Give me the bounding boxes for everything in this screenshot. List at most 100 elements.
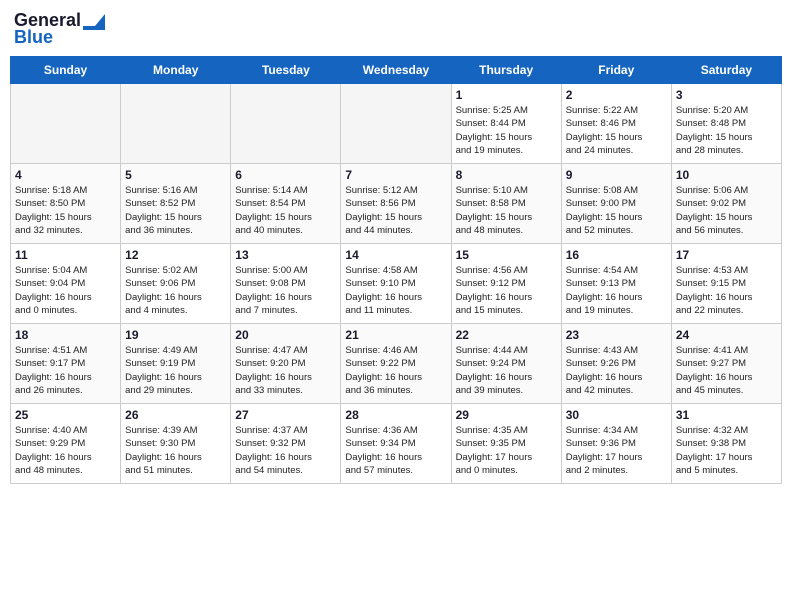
logo-blue: Blue [14, 27, 53, 48]
date-number: 29 [456, 408, 557, 422]
day-header-wednesday: Wednesday [341, 57, 451, 84]
calendar-cell: 23 Sunrise: 4:43 AMSunset: 9:26 PMDayligh… [561, 324, 671, 404]
calendar-cell: 14 Sunrise: 4:58 AMSunset: 9:10 PMDayligh… [341, 244, 451, 324]
date-number: 10 [676, 168, 777, 182]
logo-bird-icon [83, 12, 105, 30]
calendar-body: 1 Sunrise: 5:25 AMSunset: 8:44 PMDaylight… [11, 84, 782, 484]
cell-content: Sunrise: 4:56 AMSunset: 9:12 PMDaylight:… [456, 264, 557, 317]
date-number: 15 [456, 248, 557, 262]
date-number: 21 [345, 328, 446, 342]
cell-content: Sunrise: 4:46 AMSunset: 9:22 PMDaylight:… [345, 344, 446, 397]
calendar-cell: 22 Sunrise: 4:44 AMSunset: 9:24 PMDayligh… [451, 324, 561, 404]
calendar-cell: 17 Sunrise: 4:53 AMSunset: 9:15 PMDayligh… [671, 244, 781, 324]
cell-content: Sunrise: 5:20 AMSunset: 8:48 PMDaylight:… [676, 104, 777, 157]
date-number: 13 [235, 248, 336, 262]
calendar-cell: 16 Sunrise: 4:54 AMSunset: 9:13 PMDayligh… [561, 244, 671, 324]
cell-content: Sunrise: 4:44 AMSunset: 9:24 PMDaylight:… [456, 344, 557, 397]
calendar-cell: 18Sunrise: 4:51 AMSunset: 9:17 PMDayligh… [11, 324, 121, 404]
cell-content: Sunrise: 4:47 AMSunset: 9:20 PMDaylight:… [235, 344, 336, 397]
date-number: 6 [235, 168, 336, 182]
cell-content: Sunrise: 4:41 AMSunset: 9:27 PMDaylight:… [676, 344, 777, 397]
date-number: 5 [125, 168, 226, 182]
cell-content: Sunrise: 4:58 AMSunset: 9:10 PMDaylight:… [345, 264, 446, 317]
date-number: 30 [566, 408, 667, 422]
date-number: 18 [15, 328, 116, 342]
cell-content: Sunrise: 4:39 AMSunset: 9:30 PMDaylight:… [125, 424, 226, 477]
page-header: General Blue [10, 10, 782, 48]
cell-content: Sunrise: 5:16 AMSunset: 8:52 PMDaylight:… [125, 184, 226, 237]
day-header-row: SundayMondayTuesdayWednesdayThursdayFrid… [11, 57, 782, 84]
cell-content: Sunrise: 5:18 AMSunset: 8:50 PMDaylight:… [15, 184, 116, 237]
calendar-cell: 9 Sunrise: 5:08 AMSunset: 9:00 PMDaylight… [561, 164, 671, 244]
calendar-cell: 28Sunrise: 4:36 AMSunset: 9:34 PMDayligh… [341, 404, 451, 484]
cell-content: Sunrise: 5:14 AMSunset: 8:54 PMDaylight:… [235, 184, 336, 237]
cell-content: Sunrise: 5:04 AMSunset: 9:04 PMDaylight:… [15, 264, 116, 317]
cell-content: Sunrise: 5:02 AMSunset: 9:06 PMDaylight:… [125, 264, 226, 317]
cell-content: Sunrise: 4:36 AMSunset: 9:34 PMDaylight:… [345, 424, 446, 477]
date-number: 3 [676, 88, 777, 102]
date-number: 2 [566, 88, 667, 102]
calendar-cell [231, 84, 341, 164]
date-number: 7 [345, 168, 446, 182]
calendar-cell: 31Sunrise: 4:32 AMSunset: 9:38 PMDayligh… [671, 404, 781, 484]
cell-content: Sunrise: 5:08 AMSunset: 9:00 PMDaylight:… [566, 184, 667, 237]
date-number: 22 [456, 328, 557, 342]
date-number: 26 [125, 408, 226, 422]
day-header-saturday: Saturday [671, 57, 781, 84]
cell-content: Sunrise: 5:06 AMSunset: 9:02 PMDaylight:… [676, 184, 777, 237]
day-header-tuesday: Tuesday [231, 57, 341, 84]
date-number: 19 [125, 328, 226, 342]
cell-content: Sunrise: 5:22 AMSunset: 8:46 PMDaylight:… [566, 104, 667, 157]
logo: General Blue [14, 10, 105, 48]
date-number: 1 [456, 88, 557, 102]
calendar-week-2: 4 Sunrise: 5:18 AMSunset: 8:50 PMDaylight… [11, 164, 782, 244]
date-number: 24 [676, 328, 777, 342]
cell-content: Sunrise: 4:43 AMSunset: 9:26 PMDaylight:… [566, 344, 667, 397]
date-number: 8 [456, 168, 557, 182]
day-header-monday: Monday [121, 57, 231, 84]
calendar-cell: 24 Sunrise: 4:41 AMSunset: 9:27 PMDayligh… [671, 324, 781, 404]
cell-content: Sunrise: 4:32 AMSunset: 9:38 PMDaylight:… [676, 424, 777, 477]
calendar-cell: 10 Sunrise: 5:06 AMSunset: 9:02 PMDayligh… [671, 164, 781, 244]
day-header-friday: Friday [561, 57, 671, 84]
date-number: 4 [15, 168, 116, 182]
calendar-cell: 1 Sunrise: 5:25 AMSunset: 8:44 PMDaylight… [451, 84, 561, 164]
calendar-cell: 4 Sunrise: 5:18 AMSunset: 8:50 PMDaylight… [11, 164, 121, 244]
cell-content: Sunrise: 4:40 AMSunset: 9:29 PMDaylight:… [15, 424, 116, 477]
calendar-cell: 2 Sunrise: 5:22 AMSunset: 8:46 PMDaylight… [561, 84, 671, 164]
calendar-week-4: 18Sunrise: 4:51 AMSunset: 9:17 PMDayligh… [11, 324, 782, 404]
calendar-cell: 5 Sunrise: 5:16 AMSunset: 8:52 PMDaylight… [121, 164, 231, 244]
cell-content: Sunrise: 4:54 AMSunset: 9:13 PMDaylight:… [566, 264, 667, 317]
cell-content: Sunrise: 4:49 AMSunset: 9:19 PMDaylight:… [125, 344, 226, 397]
calendar-week-3: 11Sunrise: 5:04 AMSunset: 9:04 PMDayligh… [11, 244, 782, 324]
cell-content: Sunrise: 4:53 AMSunset: 9:15 PMDaylight:… [676, 264, 777, 317]
date-number: 23 [566, 328, 667, 342]
calendar-week-5: 25Sunrise: 4:40 AMSunset: 9:29 PMDayligh… [11, 404, 782, 484]
calendar-cell: 3 Sunrise: 5:20 AMSunset: 8:48 PMDaylight… [671, 84, 781, 164]
calendar-cell: 19 Sunrise: 4:49 AMSunset: 9:19 PMDayligh… [121, 324, 231, 404]
cell-content: Sunrise: 5:12 AMSunset: 8:56 PMDaylight:… [345, 184, 446, 237]
calendar-cell: 27 Sunrise: 4:37 AMSunset: 9:32 PMDayligh… [231, 404, 341, 484]
date-number: 20 [235, 328, 336, 342]
cell-content: Sunrise: 5:25 AMSunset: 8:44 PMDaylight:… [456, 104, 557, 157]
cell-content: Sunrise: 5:00 AMSunset: 9:08 PMDaylight:… [235, 264, 336, 317]
date-number: 17 [676, 248, 777, 262]
date-number: 27 [235, 408, 336, 422]
date-number: 16 [566, 248, 667, 262]
calendar-cell: 29 Sunrise: 4:35 AMSunset: 9:35 PMDayligh… [451, 404, 561, 484]
calendar-cell: 11Sunrise: 5:04 AMSunset: 9:04 PMDayligh… [11, 244, 121, 324]
calendar-cell: 12Sunrise: 5:02 AMSunset: 9:06 PMDayligh… [121, 244, 231, 324]
date-number: 14 [345, 248, 446, 262]
calendar-cell: 26 Sunrise: 4:39 AMSunset: 9:30 PMDayligh… [121, 404, 231, 484]
calendar-cell: 21 Sunrise: 4:46 AMSunset: 9:22 PMDayligh… [341, 324, 451, 404]
calendar-cell [341, 84, 451, 164]
cell-content: Sunrise: 5:10 AMSunset: 8:58 PMDaylight:… [456, 184, 557, 237]
cell-content: Sunrise: 4:35 AMSunset: 9:35 PMDaylight:… [456, 424, 557, 477]
cell-content: Sunrise: 4:34 AMSunset: 9:36 PMDaylight:… [566, 424, 667, 477]
calendar-cell: 8 Sunrise: 5:10 AMSunset: 8:58 PMDaylight… [451, 164, 561, 244]
calendar-cell: 13 Sunrise: 5:00 AMSunset: 9:08 PMDayligh… [231, 244, 341, 324]
calendar-cell: 20 Sunrise: 4:47 AMSunset: 9:20 PMDayligh… [231, 324, 341, 404]
date-number: 9 [566, 168, 667, 182]
cell-content: Sunrise: 4:37 AMSunset: 9:32 PMDaylight:… [235, 424, 336, 477]
calendar-cell [11, 84, 121, 164]
